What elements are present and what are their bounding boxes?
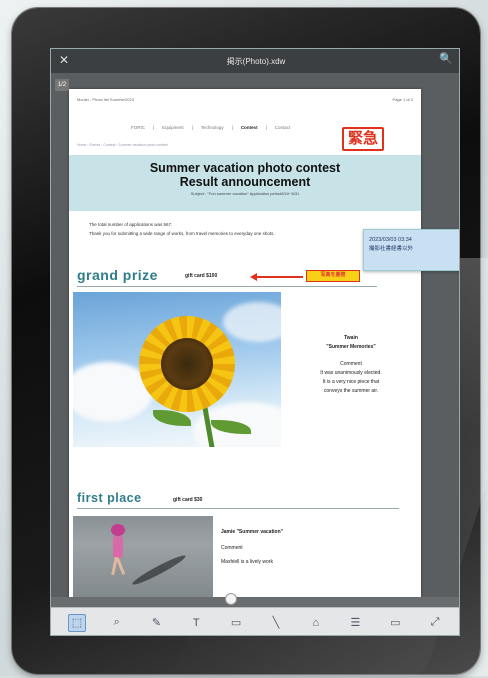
memo-tool-icon[interactable]: ▭ [386,614,404,632]
winner-line: Jamie "Summer vacation" [221,529,283,535]
page-title: Summer vacation photo contest [149,161,341,175]
doc-nav: FORIC | Equipment | Technology | Contest | C… [131,125,291,130]
text-tool-icon[interactable]: T [187,614,205,632]
intro-line: Thank you for submitting a wide range of… [89,231,275,236]
title-banner: Summer vacation photo contest Result ann… [69,155,421,211]
page-scrubber[interactable] [51,597,459,607]
sunflower-photo [73,292,281,447]
scrubber-handle[interactable] [225,593,237,605]
expand-tool-icon[interactable]: ⤢ [426,614,444,632]
nav-item: Technology [200,125,224,130]
note-text: 撮影社書経書以外 [369,246,414,252]
title-bar: ✕ 掲示(Photo).xdw 🔍 [51,49,459,73]
comment-line: conveys the summer air. [323,388,379,394]
grand-prize-card: Twain "Summer Memories" Comment It was u… [289,334,413,396]
nav-item: Equipment [162,125,184,130]
list-tool-icon[interactable]: ☰ [346,614,364,632]
section-divider [77,286,377,287]
note-timestamp: 2023/03/03 03:34 [369,237,412,243]
comment-label: Comment [221,545,243,551]
first-place-card: Jamie "Summer vacation" Comment Maxhiell… [221,527,411,567]
page-subtitle: Result announcement [179,175,311,189]
nav-item-active: Contest [240,125,258,130]
work-title: "Summer Memories" [326,344,376,350]
grand-prize-heading: grand prize [77,267,158,283]
first-place-heading: first place [77,491,142,505]
annotation-toolbar: ⬚ ⌕ ✎ T ▭ ╲ ⌂ ☰ ▭ ⤢ [51,607,459,635]
line-tool-icon[interactable]: ╲ [267,614,285,632]
nav-item: FORIC [131,125,145,130]
urgent-stamp[interactable]: 緊急 [342,127,384,151]
select-tool-icon[interactable]: ⬚ [67,613,86,632]
search-icon[interactable]: 🔍 [439,52,453,65]
intro-line: The total number of applications was 567… [89,222,173,227]
intro-text: The total number of applications was 567… [89,220,389,238]
doc-header-right: Page 1 of 2 [392,97,413,102]
document-title: 掲示(Photo).xdw [226,56,286,66]
viewer-screen: ✕ 掲示(Photo).xdw 🔍 1/2 Moulin - Photo lis… [50,48,460,636]
zoom-tool-icon[interactable]: ⌕ [108,614,126,632]
breadcrumb: Home › Events › Contest › Summer vacatio… [77,143,168,147]
first-place-gift: gift card $30 [173,497,203,503]
section-divider [77,508,399,509]
comment-label: Comment [340,361,362,367]
nav-item: Contact [274,125,291,130]
pen-tool-icon[interactable]: ✎ [147,614,165,632]
subject-line: Subject : "Fun summer vacation" Applicat… [190,191,300,196]
winner-name: Twain [344,335,358,341]
arrow-head-icon [250,273,257,281]
document-page[interactable]: Moulin - Photo list Summer2023 Page 1 of… [69,89,421,609]
beach-photo [73,516,213,608]
close-icon[interactable]: ✕ [59,53,69,67]
grand-prize-gift: gift card $100 [185,273,218,279]
page-indicator: 1/2 [55,79,69,91]
comment-line: It is a very nice piece that [322,379,380,385]
highlight-annotation[interactable]: 写真を差替 [306,270,360,282]
comment-text: Maxhiell is a lively work [221,559,273,565]
background: ✕ 掲示(Photo).xdw 🔍 1/2 Moulin - Photo lis… [0,0,488,678]
doc-header-left: Moulin - Photo list Summer2023 [77,97,134,102]
annotation-arrow[interactable] [255,276,303,278]
comment-line: It was unanimously elected. [320,370,382,376]
stamp-tool-icon[interactable]: ⌂ [307,614,325,632]
sticky-note-annotation[interactable]: 2023/03/03 03:34 撮影社書経書以外 [363,229,459,271]
rectangle-tool-icon[interactable]: ▭ [227,614,245,632]
